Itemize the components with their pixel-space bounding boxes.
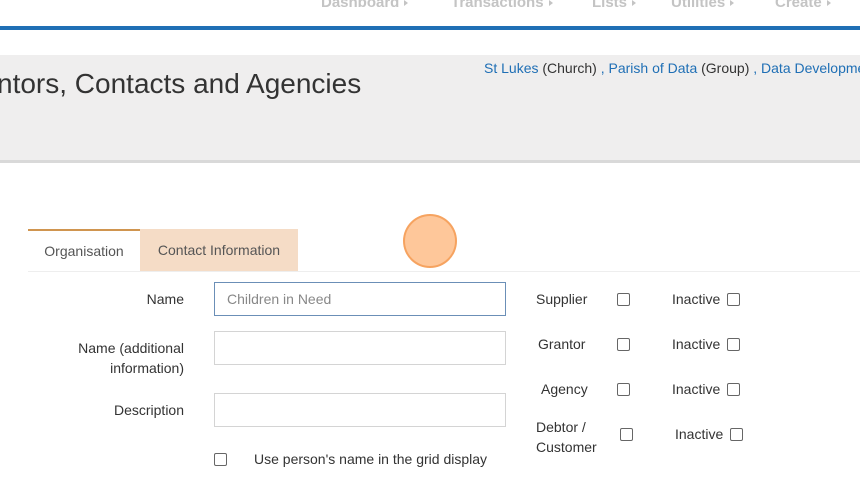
context-group-type: (Group) (701, 60, 750, 76)
page-title: ntors, Contacts and Agencies (0, 68, 362, 99)
debtor-checkbox[interactable] (620, 428, 633, 441)
nav-utilities[interactable]: Utilities (671, 0, 735, 11)
nav-create-label: Create (775, 0, 822, 11)
context-separator: , (596, 60, 609, 76)
tab-organisation[interactable]: Organisation (28, 229, 140, 271)
context-group[interactable]: Parish of Data (609, 60, 698, 76)
use-person-name-label: Use person's name in the grid display (254, 451, 488, 467)
caret-right-icon (548, 0, 553, 7)
nav-lists[interactable]: Lists (592, 0, 637, 11)
tab-contact-information[interactable]: Contact Information (140, 229, 298, 271)
debtor-inactive-label: Inactive (675, 426, 724, 442)
nav-lists-label: Lists (592, 0, 628, 11)
debtor-label: Debtor / Customer (536, 419, 597, 455)
page-title-suffix: ) (0, 102, 1, 134)
name-additional-input[interactable] (214, 331, 506, 365)
grantor-inactive-label: Inactive (672, 336, 721, 352)
nav-underline (0, 26, 860, 30)
click-indicator (403, 214, 457, 268)
name-label: Name (146, 291, 184, 307)
caret-right-icon (632, 0, 637, 7)
grantor-checkbox[interactable] (617, 338, 630, 351)
caret-right-icon (730, 0, 735, 7)
nav-utilities-label: Utilities (671, 0, 726, 11)
caret-right-icon (404, 0, 409, 7)
context-more[interactable]: Data Development (761, 60, 860, 76)
nav-dashboard-label: Dashboard (321, 0, 400, 11)
nav-create[interactable]: Create (775, 0, 831, 11)
grantor-label: Grantor (538, 336, 586, 352)
agency-inactive-label: Inactive (672, 381, 721, 397)
agency-label: Agency (541, 381, 588, 397)
name-input[interactable] (214, 282, 506, 316)
use-person-name-checkbox[interactable] (214, 453, 227, 466)
description-label: Description (113, 402, 184, 418)
breadcrumb: St Lukes (Church) , Parish of Data (Grou… (484, 60, 860, 76)
nav-transactions-label: Transactions (451, 0, 544, 11)
supplier-checkbox[interactable] (617, 293, 630, 306)
nav-dashboard[interactable]: Dashboard (321, 0, 409, 11)
grantor-inactive-checkbox[interactable] (727, 338, 740, 351)
agency-inactive-checkbox[interactable] (727, 383, 740, 396)
debtor-inactive-checkbox[interactable] (730, 428, 743, 441)
caret-right-icon (826, 0, 831, 7)
supplier-inactive-checkbox[interactable] (727, 293, 740, 306)
nav-transactions[interactable]: Transactions (451, 0, 553, 11)
tab-divider (28, 271, 860, 272)
context-church[interactable]: St Lukes (484, 60, 538, 76)
context-separator: , (749, 60, 762, 76)
top-navigation: Dashboard Transactions Lists Utilities C… (0, 0, 860, 26)
agency-checkbox[interactable] (617, 383, 630, 396)
name-additional-label: Name (additional information) (78, 340, 184, 376)
context-church-type: (Church) (542, 60, 597, 76)
description-input[interactable] (214, 393, 506, 427)
page-header: ntors, Contacts and Agencies ) St Lukes … (0, 55, 860, 163)
supplier-inactive-label: Inactive (672, 291, 721, 307)
supplier-label: Supplier (536, 291, 588, 307)
